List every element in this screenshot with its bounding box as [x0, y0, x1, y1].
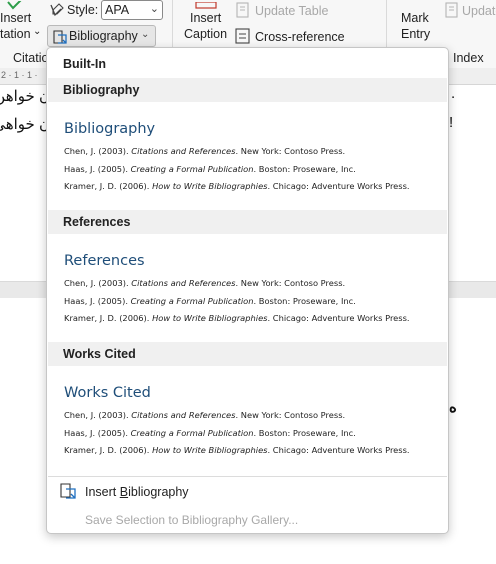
gallery-preview-heading: References: [64, 253, 145, 269]
builtin-section-header: Built-In: [63, 57, 107, 71]
bibliography-button-label: Bibliography: [69, 29, 138, 43]
citation-line: Haas, J. (2005). Creating a Formal Publi…: [64, 428, 356, 438]
gallery-item-label: Works Cited: [63, 347, 136, 361]
insert-caption-label-bottom: Caption: [184, 27, 228, 41]
insert-citation-label-bottom: tation: [0, 27, 31, 41]
document-text-fragment: !: [449, 114, 454, 131]
citation-line: Chen, J. (2003). Citations and Reference…: [64, 146, 346, 156]
mark-entry-label-top: Mark: [401, 11, 429, 25]
gallery-item-header-band: Bibliography: [48, 78, 447, 102]
style-dropdown[interactable]: APA ⌄: [101, 0, 163, 20]
insert-citation-label-top: Insert: [0, 11, 32, 25]
update-index-button[interactable]: Update: [462, 4, 496, 18]
bibliography-button[interactable]: Bibliography ⌄: [47, 25, 156, 47]
update-index-icon: [444, 2, 460, 23]
cross-reference-icon: [235, 28, 251, 49]
update-table-button[interactable]: Update Table: [255, 4, 328, 18]
update-table-icon: [235, 2, 251, 23]
style-value: APA: [105, 3, 130, 17]
citation-line: Haas, J. (2005). Creating a Formal Publi…: [64, 296, 356, 306]
document-text-line: ن خواهی: [0, 116, 50, 133]
bibliography-dropdown: Built-In Bibliography Bibliography Chen,…: [46, 47, 449, 534]
citation-line: Haas, J. (2005). Creating a Formal Publi…: [64, 164, 356, 174]
gallery-item-label: References: [63, 215, 131, 229]
insert-bibliography-label: Insert Bibliography: [85, 485, 189, 499]
save-selection-command[interactable]: Save Selection to Bibliography Gallery..…: [85, 513, 298, 527]
citation-line: Chen, J. (2003). Citations and Reference…: [64, 278, 346, 288]
document-text-line: ن خواهن: [0, 88, 50, 105]
bibliography-icon: [59, 482, 77, 505]
gallery-preview-heading: Works Cited: [64, 385, 151, 401]
style-label: Style:: [67, 3, 99, 17]
citation-line: Kramer, J. D. (2006). How to Write Bibli…: [64, 313, 410, 323]
chevron-down-icon: ⌄: [33, 26, 42, 37]
style-icon: [49, 2, 65, 23]
document-text-fragment: .: [451, 85, 456, 102]
citation-line: Kramer, J. D. (2006). How to Write Bibli…: [64, 181, 410, 191]
citation-line: Chen, J. (2003). Citations and Reference…: [64, 410, 346, 420]
insert-caption-label-top: Insert: [190, 11, 222, 25]
ruler-marks: 2 · 1 · 1 ·: [1, 70, 38, 80]
gallery-item-label: Bibliography: [63, 83, 140, 97]
mark-entry-label-bottom: Entry: [401, 27, 431, 41]
gallery-item-header-band: Works Cited: [48, 342, 447, 366]
document-text-line: ه: [449, 399, 457, 416]
index-group-label: Index: [453, 51, 484, 65]
menu-divider: [48, 476, 447, 477]
chevron-down-icon: ⌄: [141, 29, 150, 40]
gallery-preview-heading: Bibliography: [64, 121, 156, 137]
gallery-item-header-band: References: [48, 210, 447, 234]
cross-reference-button[interactable]: Cross-reference: [255, 30, 345, 44]
chevron-down-icon: ⌄: [149, 3, 159, 15]
citation-line: Kramer, J. D. (2006). How to Write Bibli…: [64, 445, 410, 455]
